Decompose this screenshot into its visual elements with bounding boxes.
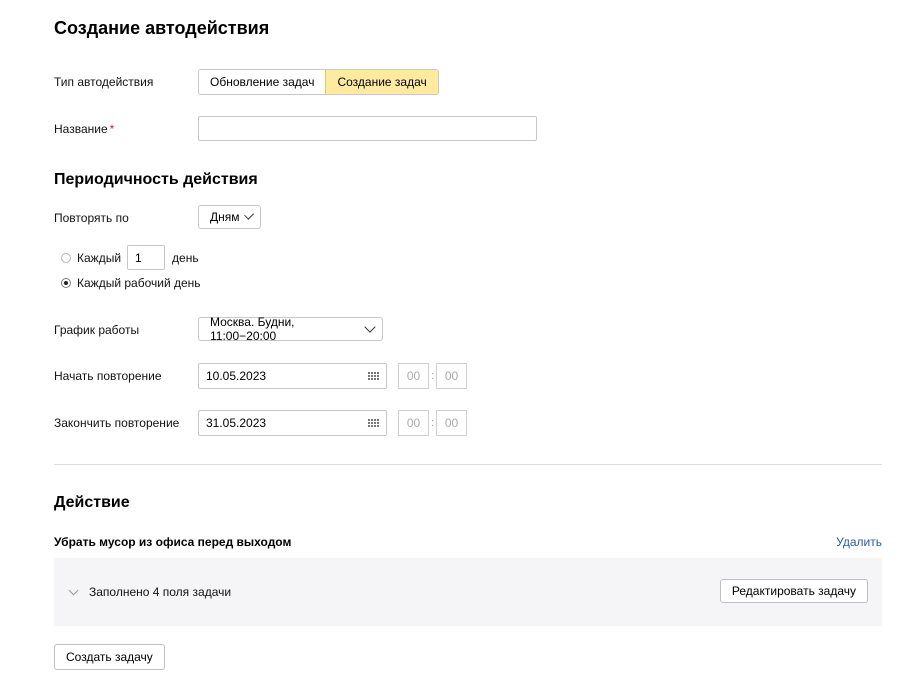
start-hour-input[interactable]: 00	[398, 363, 429, 389]
schedule-dropdown[interactable]: Москва. Будни, 11:00−20:00	[198, 315, 383, 343]
start-label: Начать повторение	[54, 369, 162, 383]
workday-label: Каждый рабочий день	[77, 276, 201, 290]
calendar-icon[interactable]	[368, 371, 380, 381]
end-date-input[interactable]: 31.05.2023	[198, 410, 387, 436]
chevron-down-icon	[364, 321, 376, 333]
every-label: Каждый	[77, 250, 122, 265]
page-title: Создание автодействия	[54, 18, 270, 38]
repeat-label: Повторять по	[54, 211, 129, 225]
task-summary-toggle[interactable]: Заполнено 4 поля задачи	[68, 585, 232, 599]
schedule-label: График работы	[54, 323, 140, 337]
task-summary-text: Заполнено 4 поля задачи	[89, 585, 232, 599]
schedule-value: Москва. Будни, 11:00−20:00	[210, 315, 295, 343]
end-label: Закончить повторение	[54, 416, 180, 430]
time-separator: :	[431, 417, 435, 429]
radio-every-n-days[interactable]: Каждый день	[61, 245, 199, 270]
end-time: 00 : 00	[398, 410, 468, 436]
end-minute-input[interactable]: 00	[436, 410, 468, 436]
every-unit: день	[172, 250, 199, 265]
edit-task-button[interactable]: Редактировать задачу	[719, 579, 868, 603]
calendar-icon[interactable]	[368, 418, 380, 428]
action-heading: Действие	[54, 494, 130, 511]
radio-workday-icon[interactable]	[61, 278, 71, 288]
repeat-dropdown[interactable]: Дням	[198, 205, 261, 229]
start-minute-input[interactable]: 00	[436, 363, 468, 389]
name-label: Название *	[54, 122, 114, 136]
radio-every-workday[interactable]: Каждый рабочий день	[61, 276, 201, 290]
type-option-create[interactable]: Создание задач	[325, 70, 438, 94]
start-time: 00 : 00	[398, 363, 468, 389]
type-segmented-control: Обновление задач Создание задач	[198, 69, 439, 95]
start-date-input[interactable]: 10.05.2023	[198, 363, 387, 389]
create-task-button[interactable]: Создать задачу	[54, 644, 165, 670]
end-date-value: 31.05.2023	[206, 416, 267, 430]
end-hour-input[interactable]: 00	[398, 410, 429, 436]
action-task-title: Убрать мусор из офиса перед выходом	[54, 535, 292, 549]
every-count-input[interactable]	[127, 245, 166, 270]
time-separator: :	[431, 370, 435, 382]
start-date-value: 10.05.2023	[206, 369, 267, 383]
radio-every-icon[interactable]	[61, 252, 71, 263]
delete-link[interactable]: Удалить	[836, 535, 882, 549]
name-input[interactable]	[198, 116, 537, 141]
type-label: Тип автодействия	[54, 75, 154, 89]
task-summary-panel: Заполнено 4 поля задачи Редактировать за…	[54, 558, 882, 626]
periodicity-heading: Периодичность действия	[54, 171, 258, 188]
repeat-value: Дням	[210, 210, 240, 224]
required-mark: *	[109, 122, 115, 136]
chevron-down-icon	[243, 209, 254, 221]
chevron-down-icon[interactable]	[68, 585, 79, 595]
type-option-update[interactable]: Обновление задач	[199, 70, 326, 94]
section-divider	[54, 464, 882, 465]
name-label-text: Название	[54, 122, 108, 136]
